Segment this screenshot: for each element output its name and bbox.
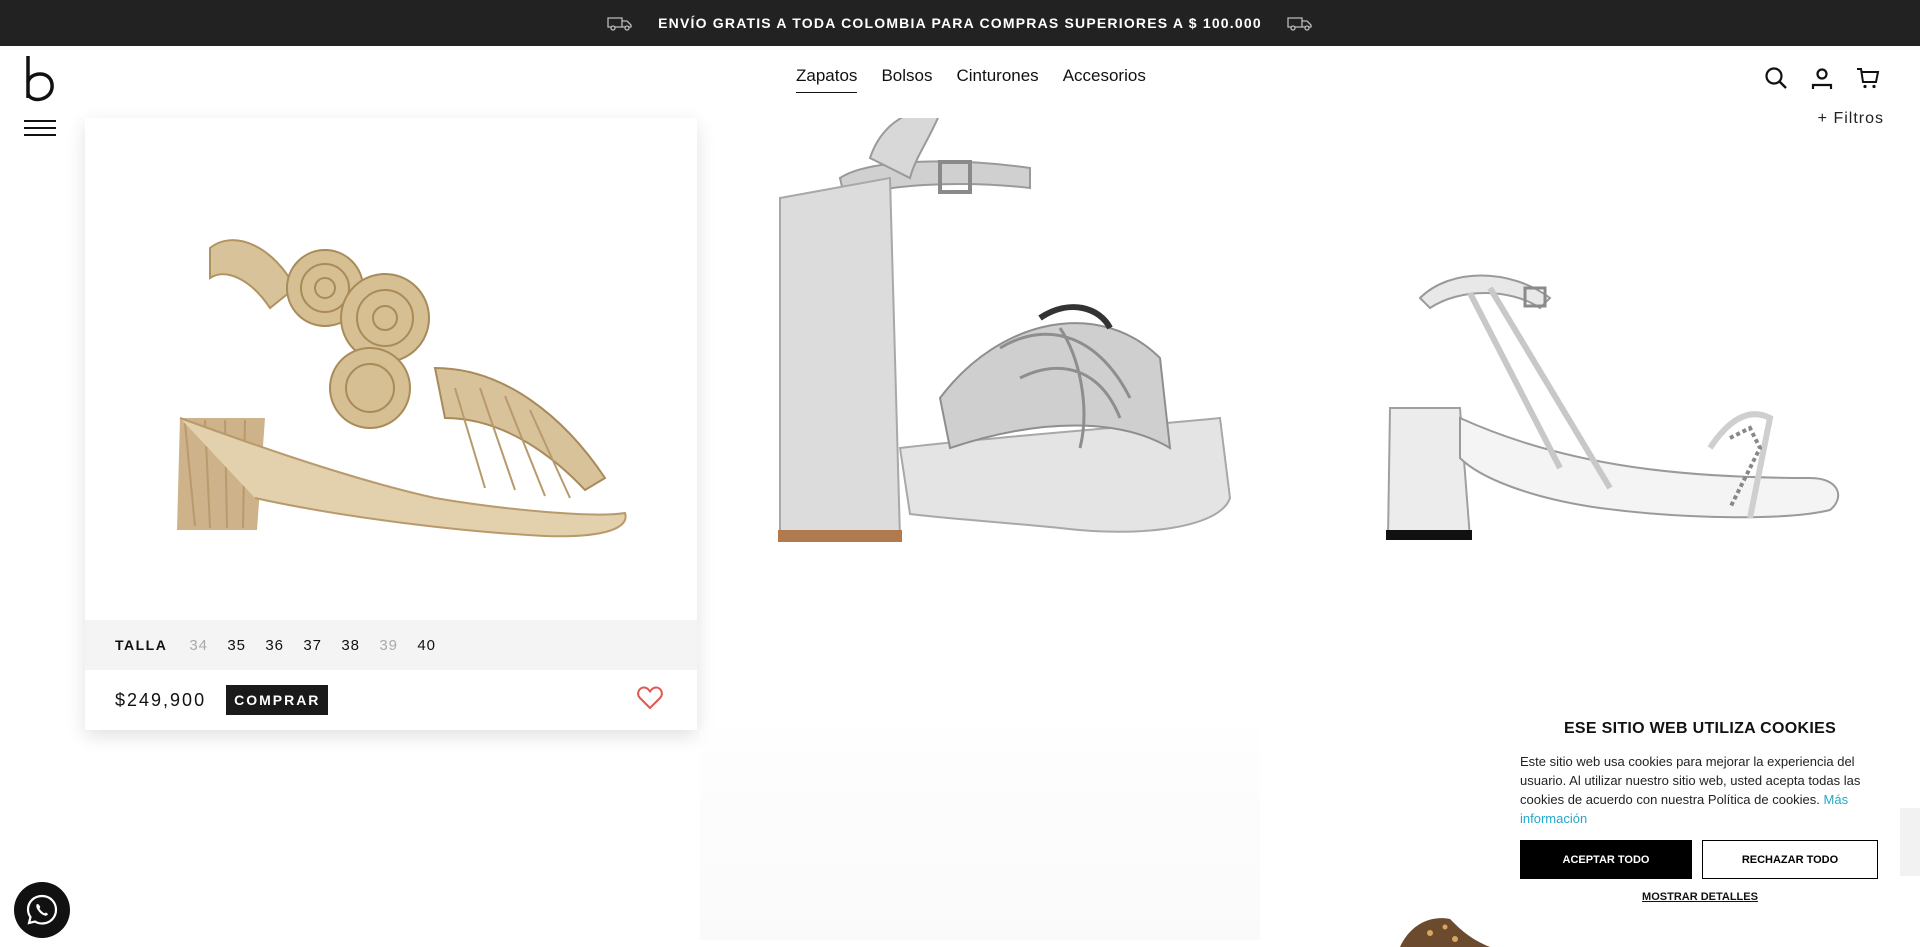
buy-button[interactable]: COMPRAR bbox=[226, 685, 329, 715]
search-icon[interactable] bbox=[1764, 66, 1788, 90]
size-option[interactable]: 39 bbox=[379, 637, 417, 654]
product-card[interactable]: TALLA 34 35 36 37 38 39 40 $249,900 COMP… bbox=[85, 118, 697, 730]
product-card[interactable] bbox=[1310, 118, 1920, 618]
size-option[interactable]: 40 bbox=[417, 637, 455, 654]
leopard-shoe-peek bbox=[1400, 918, 1490, 947]
promo-text: ENVÍO GRATIS A TODA COLOMBIA PARA COMPRA… bbox=[658, 15, 1262, 31]
product-price: $249,900 bbox=[115, 689, 207, 710]
cart-icon[interactable] bbox=[1856, 66, 1880, 90]
cookie-title: ESE SITIO WEB UTILIZA COOKIES bbox=[1563, 720, 1837, 737]
product-image[interactable] bbox=[85, 118, 697, 620]
product-card[interactable] bbox=[700, 112, 1312, 618]
whatsapp-icon bbox=[26, 894, 58, 925]
silver-platform-sandal-image bbox=[778, 112, 1232, 542]
main-nav: Zapatos Bolsos Cinturones Accesorios bbox=[796, 66, 1146, 93]
cookie-banner: ESE SITIO WEB UTILIZA COOKIES Este sitio… bbox=[1500, 710, 1900, 920]
brand-logo[interactable] bbox=[24, 54, 56, 106]
cookie-body: Este sitio web usa cookies para mejorar … bbox=[1520, 754, 1861, 807]
size-option[interactable]: 38 bbox=[341, 637, 379, 654]
hamburger-menu-icon[interactable] bbox=[24, 120, 56, 136]
size-option[interactable]: 36 bbox=[265, 637, 303, 654]
accept-cookies-button[interactable]: ACEPTAR TODO bbox=[1520, 840, 1692, 879]
size-option[interactable]: 35 bbox=[227, 637, 265, 654]
size-option[interactable]: 34 bbox=[189, 637, 227, 654]
nav-cinturones[interactable]: Cinturones bbox=[956, 66, 1038, 93]
truck-icon bbox=[607, 17, 632, 31]
size-label: TALLA bbox=[115, 637, 168, 653]
heart-icon[interactable] bbox=[637, 686, 663, 710]
nav-bolsos[interactable]: Bolsos bbox=[881, 66, 932, 93]
user-icon[interactable] bbox=[1810, 66, 1834, 90]
size-selector: TALLA 34 35 36 37 38 39 40 bbox=[85, 620, 697, 670]
promo-bar: ENVÍO GRATIS A TODA COLOMBIA PARA COMPRA… bbox=[0, 0, 1920, 46]
size-option[interactable]: 37 bbox=[303, 637, 341, 654]
recaptcha-badge[interactable] bbox=[1898, 808, 1920, 876]
product-image-placeholder bbox=[700, 730, 1260, 940]
price-row: $249,900 COMPRAR bbox=[85, 670, 697, 730]
nav-zapatos[interactable]: Zapatos bbox=[796, 66, 858, 93]
whatsapp-button[interactable] bbox=[14, 882, 70, 938]
raffia-sandal-image bbox=[177, 239, 627, 538]
reject-cookies-button[interactable]: RECHAZAR TODO bbox=[1702, 840, 1878, 879]
truck-icon bbox=[1287, 17, 1312, 31]
site-header: Zapatos Bolsos Cinturones Accesorios bbox=[0, 46, 1920, 118]
white-strappy-sandal-image bbox=[1386, 274, 1840, 540]
nav-accesorios[interactable]: Accesorios bbox=[1063, 66, 1146, 93]
cookie-actions: ACEPTAR TODO RECHAZAR TODO bbox=[1520, 840, 1880, 879]
show-details-link[interactable]: MOSTRAR DETALLES bbox=[1520, 891, 1880, 903]
cookie-text: Este sitio web usa cookies para mejorar … bbox=[1520, 752, 1880, 828]
header-actions bbox=[1764, 66, 1880, 90]
